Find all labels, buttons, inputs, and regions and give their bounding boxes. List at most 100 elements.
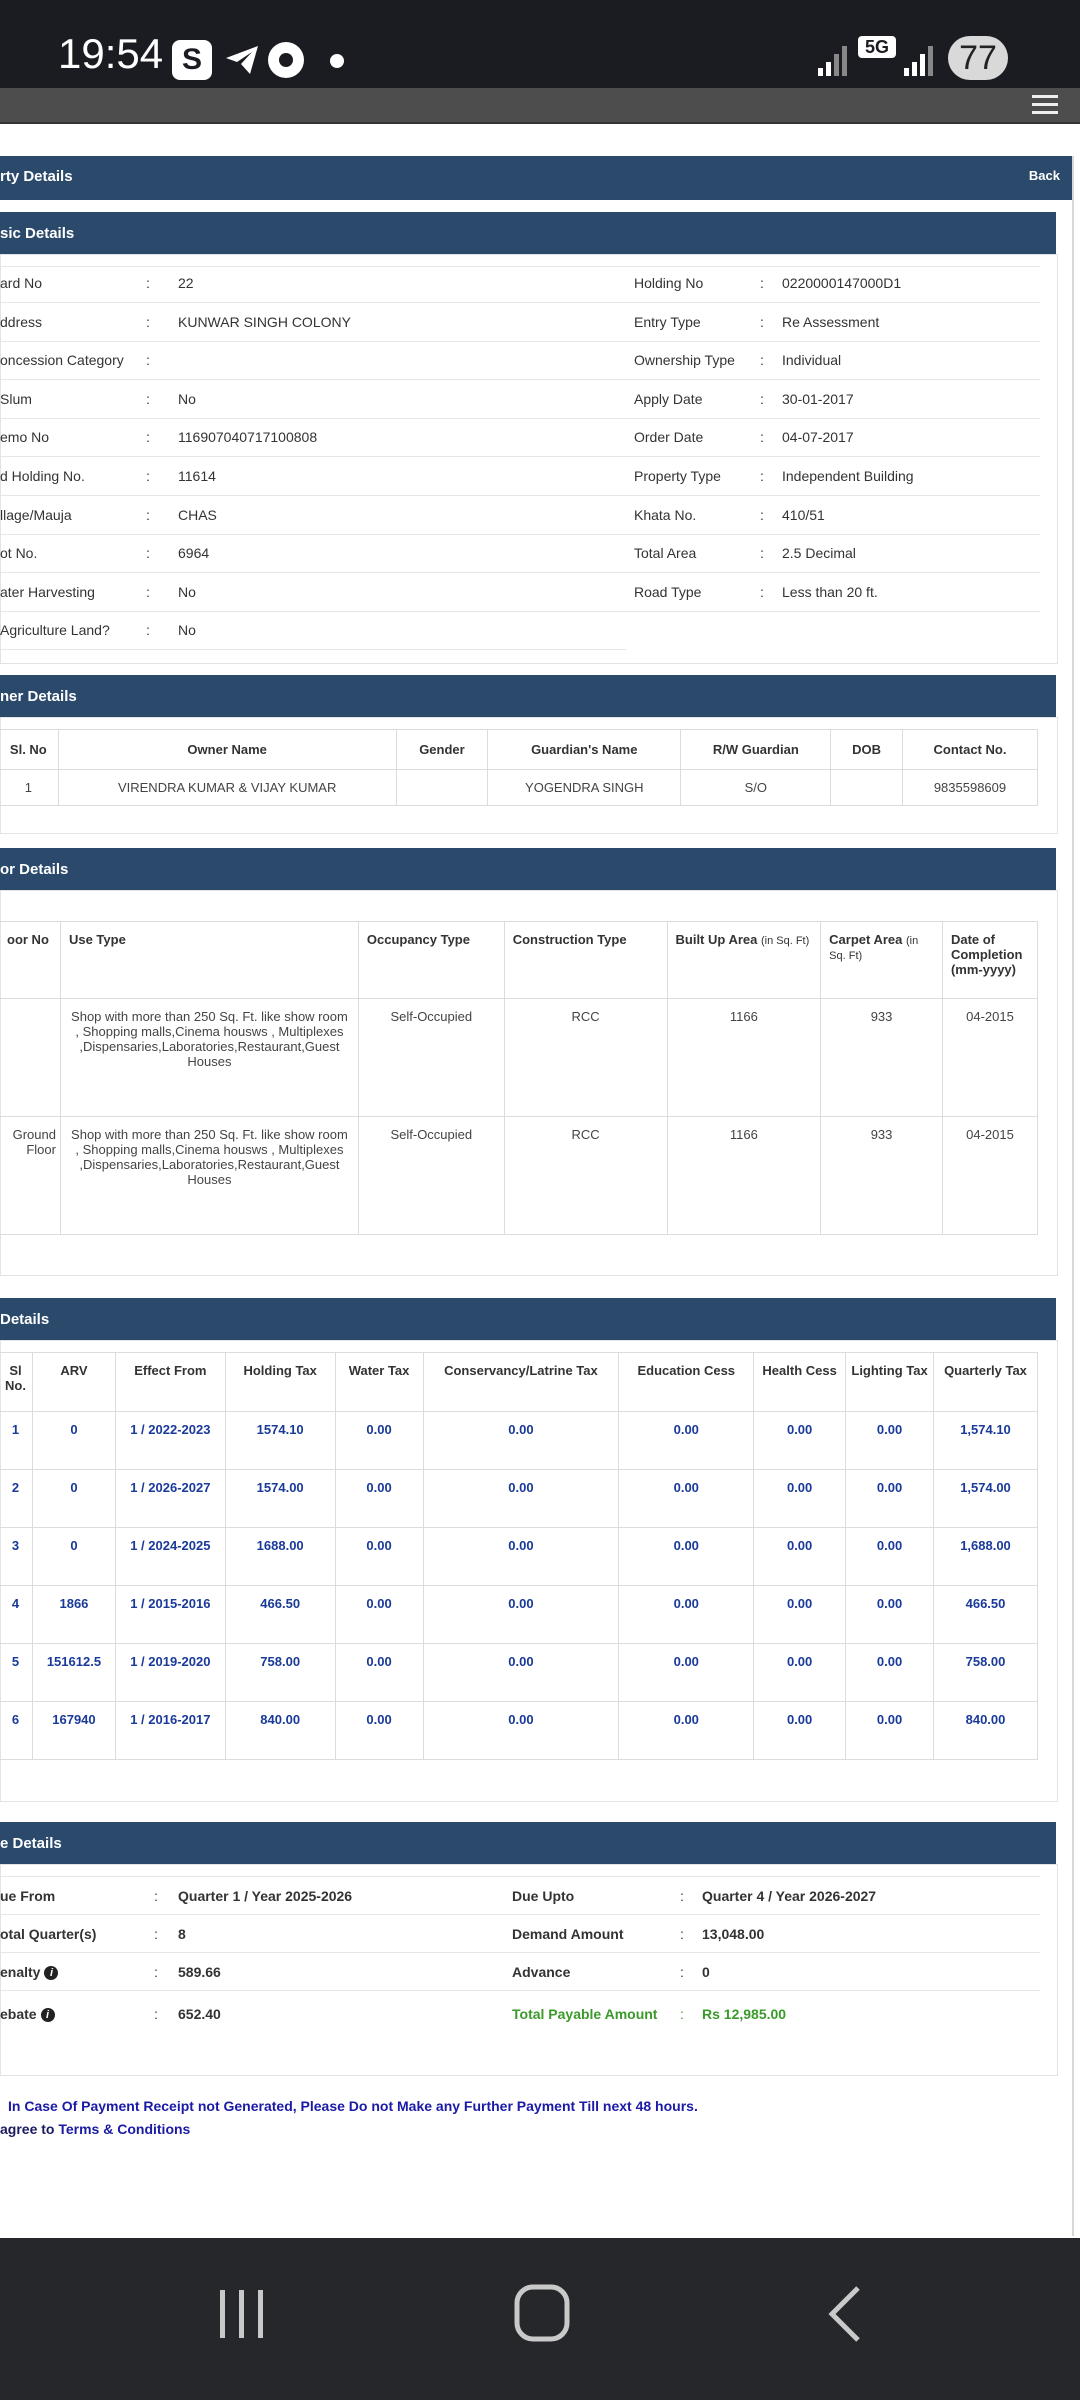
basic-label: ot No. <box>0 545 38 562</box>
tax-cell: 0.00 <box>753 1411 847 1470</box>
info-icon[interactable]: i <box>40 2008 55 2023</box>
tax-cell: 0.00 <box>618 1643 755 1702</box>
row-divider <box>0 495 626 496</box>
colon: : <box>154 1926 158 1942</box>
info-icon[interactable]: i <box>44 1966 59 1981</box>
basic-label: emo No <box>0 429 50 446</box>
row-divider <box>0 610 626 612</box>
basic-value: No <box>178 390 196 407</box>
table-row: 301 / 2024-2025 1688.00 0.00 0.00 0.00 0.00 0.… <box>0 1527 1038 1586</box>
signal-icon <box>816 40 856 80</box>
table-row: 6 167940 1 / 2016-2017 840.00 0.00 0.00 0.00 0.… <box>0 1701 1038 1760</box>
tax-cell: 4 <box>0 1585 33 1644</box>
basic-value: Independent Building <box>782 468 914 484</box>
owner-cell: YOGENDRA SINGH <box>487 769 682 806</box>
basic-details-header: sic Details <box>0 212 1056 254</box>
signal-2-icon <box>902 40 942 80</box>
colon: : <box>760 468 764 484</box>
tax-cell: 0.00 <box>753 1469 847 1528</box>
tax-cell: 1574.10 <box>224 1411 336 1470</box>
due-value: 0 <box>702 1964 710 1980</box>
tax-cell: 1 / 2015-2016 <box>114 1585 226 1644</box>
tax-cell: 0.00 <box>845 1469 934 1528</box>
floor-col-header: Construction Type <box>503 921 668 999</box>
tax-cell: 0.00 <box>422 1469 620 1528</box>
tax-cell: 1574.00 <box>224 1469 336 1528</box>
row-divider <box>0 1952 1040 1953</box>
tax-cell: 0 <box>31 1527 116 1586</box>
floor-col-header: oor No <box>0 921 61 999</box>
basic-value: 6964 <box>178 545 210 562</box>
tax-cell: 0.00 <box>618 1527 755 1586</box>
tax-cell: 1,688.00 <box>933 1527 1038 1586</box>
floor-cell <box>0 998 61 1117</box>
floor-col-header: Carpet Area (in Sq. Ft) <box>820 921 943 999</box>
row-divider <box>626 340 1040 342</box>
floor-col-label: Carpet Area <box>829 932 903 947</box>
owner-col-header: Owner Name <box>57 729 397 770</box>
colon: : <box>146 468 150 484</box>
row-divider <box>626 572 1040 574</box>
app-s-icon: S <box>172 40 212 80</box>
back-button[interactable]: Back <box>1029 168 1060 183</box>
tax-col-header: Water Tax <box>334 1352 424 1412</box>
colon: : <box>146 545 150 562</box>
colon: : <box>760 429 764 446</box>
tax-cell: 5 <box>0 1643 33 1702</box>
floor-cell: 933 <box>820 998 943 1117</box>
tax-cell: 840.00 <box>933 1701 1038 1760</box>
row-divider <box>0 266 1040 267</box>
due-value: Quarter 4 / Year 2026-2027 <box>702 1888 877 1904</box>
back-nav-icon[interactable] <box>824 2284 864 2344</box>
due-label: ue From <box>0 1888 55 1904</box>
colon: : <box>154 1964 158 1980</box>
panel-border <box>1072 156 1074 2236</box>
tax-cell: 0.00 <box>845 1585 934 1644</box>
tax-cell: 0.00 <box>845 1643 934 1702</box>
tax-cell: 0.00 <box>334 1527 424 1586</box>
tax-cell: 0.00 <box>618 1585 755 1644</box>
floor-col-label: Construction Type <box>512 932 627 947</box>
row-divider <box>0 1990 1040 1991</box>
due-value: 589.66 <box>178 1964 221 1980</box>
tax-cell: 0.00 <box>753 1643 847 1702</box>
colon: : <box>154 1888 158 1904</box>
colon: : <box>760 390 764 407</box>
due-details-title: e Details <box>0 1835 62 1852</box>
terms-line: agree to Terms & Conditions <box>0 2121 190 2137</box>
basic-label: Apply Date <box>634 390 703 407</box>
table-row: 5 151612.5 1 / 2019-2020 758.00 0.00 0.00 0.00… <box>0 1643 1038 1702</box>
colon: : <box>760 352 764 369</box>
basic-value: 11614 <box>178 468 216 484</box>
row-divider <box>626 379 1040 381</box>
due-label-text: ebate <box>0 2006 37 2022</box>
tax-col-header: Holding Tax <box>224 1352 336 1412</box>
basic-label: Holding No <box>634 275 704 291</box>
floor-cell: 04-2015 <box>941 1116 1039 1235</box>
recent-apps-icon[interactable] <box>214 2286 270 2342</box>
colon: : <box>760 545 764 562</box>
basic-value: KUNWAR SINGH COLONY <box>178 313 351 330</box>
due-label: ebate i <box>0 2006 55 2023</box>
chrome-icon <box>266 40 306 80</box>
terms-link[interactable]: Terms & Conditions <box>58 2121 190 2137</box>
basic-value: Less than 20 ft. <box>782 583 878 600</box>
table-row: Shop with more than 250 Sq. Ft. like sho… <box>0 998 1039 1117</box>
tax-cell: 0.00 <box>422 1701 620 1760</box>
owner-details-title: ner Details <box>0 688 77 705</box>
due-label-text: ue From <box>0 1888 56 1904</box>
home-icon[interactable] <box>514 2284 570 2342</box>
floor-cell: 933 <box>820 1116 943 1235</box>
floor-cell: 1166 <box>666 1116 822 1235</box>
floor-col-label: Use Type <box>68 932 126 947</box>
floor-cell: Ground Floor <box>0 1116 61 1235</box>
basic-label: oncession Category <box>0 352 124 369</box>
basic-value: 116907040717100808 <box>178 429 318 446</box>
basic-value: 04-07-2017 <box>782 429 854 446</box>
floor-details-title: or Details <box>0 861 69 878</box>
row-divider <box>626 456 1040 458</box>
tax-cell: 6 <box>0 1701 33 1760</box>
hamburger-menu-icon[interactable] <box>1032 95 1058 115</box>
table-row: 101 / 2022-2023 1574.10 0.00 0.00 0.00 0.00 0.… <box>0 1411 1038 1470</box>
tax-cell: 466.50 <box>933 1585 1038 1644</box>
